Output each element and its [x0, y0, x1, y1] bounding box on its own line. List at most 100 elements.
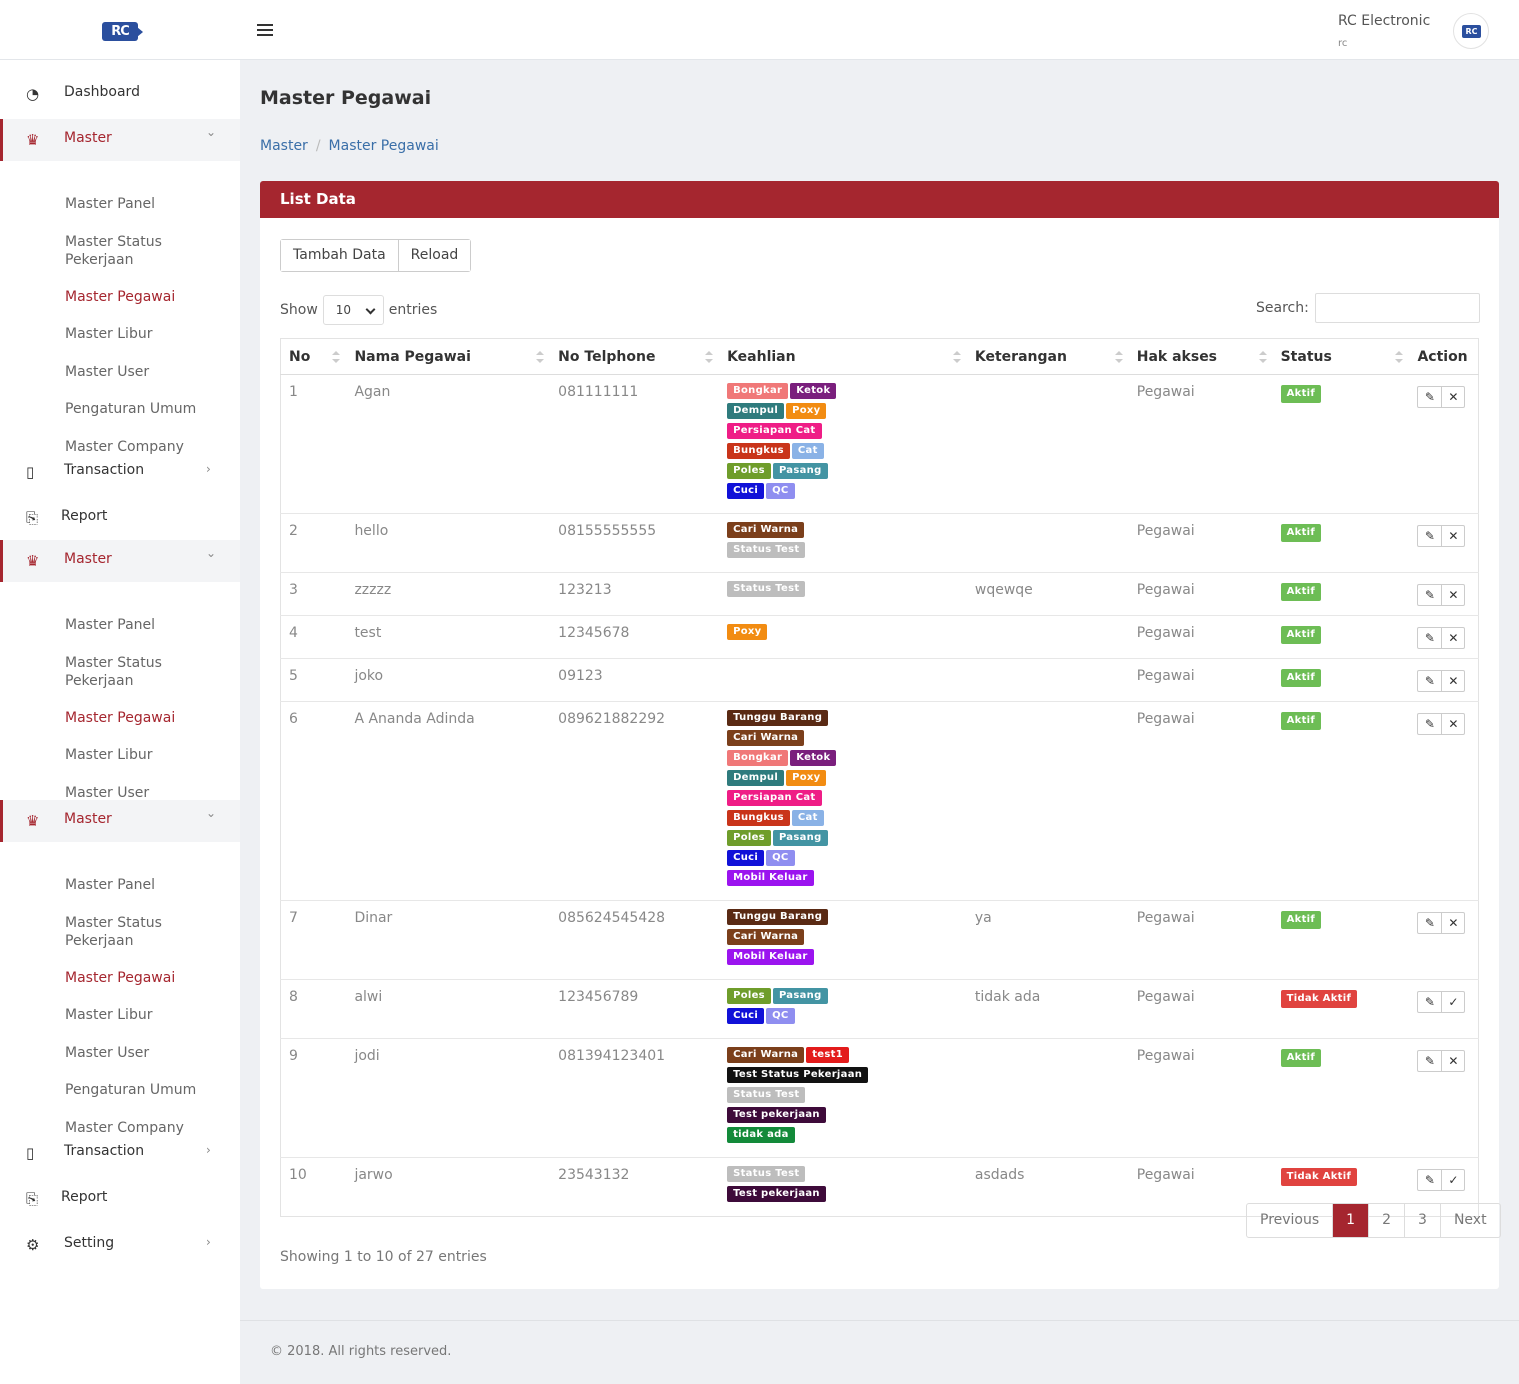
page-button-3[interactable]: 3 [1404, 1204, 1440, 1237]
row-actions: ✎ ✕ [1417, 912, 1466, 934]
status-badge: Aktif [1280, 626, 1322, 644]
column-header-no[interactable]: No [280, 338, 347, 375]
edit-icon[interactable]: ✎ [1418, 992, 1441, 1012]
column-header-no-telphone[interactable]: No Telphone [550, 338, 720, 375]
activate-icon[interactable]: ✓ [1441, 992, 1464, 1012]
deactivate-icon[interactable]: ✕ [1441, 671, 1464, 691]
reload-button[interactable]: Reload [397, 240, 471, 271]
table-header: No Nama Pegawai No Telphone Keahlian Keteran… [280, 338, 1479, 375]
table-row: 7 Dinar 085624545428 Tunggu Barang Cari Warn… [280, 900, 1479, 980]
edit-icon[interactable]: ✎ [1418, 628, 1441, 648]
skill-badge: Test Status Pekerjaan [727, 1067, 869, 1083]
skill-badge: Poxy [727, 624, 768, 640]
phone-number: 23543132 [558, 1167, 630, 1183]
deactivate-icon[interactable]: ✕ [1441, 526, 1464, 546]
entries-select[interactable]: 10 [322, 295, 384, 325]
access-level: Pegawai [1136, 384, 1195, 400]
edit-icon[interactable]: ✎ [1418, 1051, 1441, 1071]
access-level: Pegawai [1136, 625, 1195, 641]
edit-icon[interactable]: ✎ [1418, 526, 1441, 546]
sidebar-subitem-pengaturan-umum[interactable]: Pengaturan Umum [65, 1081, 225, 1099]
column-header-keahlian[interactable]: Keahlian [719, 338, 967, 375]
sort-icon [536, 351, 545, 363]
deactivate-icon[interactable]: ✕ [1441, 585, 1464, 605]
search-input[interactable] [1314, 293, 1480, 323]
sidebar-subitem-master-panel[interactable]: Master Panel [65, 195, 225, 213]
page-button-2[interactable]: 2 [1368, 1204, 1404, 1237]
edit-icon[interactable]: ✎ [1418, 714, 1441, 734]
edit-icon[interactable]: ✎ [1418, 913, 1441, 933]
sidebar-item-report[interactable]: ⎘ Report [0, 1178, 240, 1220]
pagination: Previous 1 2 3 Next [1246, 1203, 1501, 1238]
sidebar-subitem-master-status-pekerjaan[interactable]: Master Status Pekerjaan [65, 654, 225, 690]
column-header-nama-pegawai[interactable]: Nama Pegawai [346, 338, 551, 375]
avatar[interactable]: RC [1453, 13, 1489, 49]
logo[interactable]: RC [102, 22, 143, 41]
skill-badge: Dempul [727, 403, 785, 419]
sidebar-subitem-master-libur[interactable]: Master Libur [65, 1006, 225, 1024]
previous-page-button[interactable]: Previous [1247, 1204, 1332, 1237]
column-header-status[interactable]: Status [1272, 338, 1410, 375]
chevron-right-icon: › [206, 462, 211, 476]
sidebar-subitem-master-panel[interactable]: Master Panel [65, 876, 225, 894]
activate-icon[interactable]: ✓ [1441, 1170, 1464, 1190]
sidebar-item-master[interactable]: ♛ Master ⌄ [0, 119, 240, 161]
phone-number: 12345678 [558, 625, 630, 641]
table-info: Showing 1 to 10 of 27 entries [280, 1249, 487, 1265]
sidebar-subitem-master-pegawai[interactable]: Master Pegawai [65, 709, 225, 727]
search-control: Search: [1256, 293, 1480, 323]
skills-cell: Tunggu Barang Cari Warna Bongkar Ketok Dempu… [719, 701, 967, 901]
sidebar-subitem-master-libur[interactable]: Master Libur [65, 325, 225, 343]
edit-icon[interactable]: ✎ [1418, 671, 1441, 691]
employee-name: hello [354, 523, 389, 539]
sidebar-subitem-master-user[interactable]: Master User [65, 784, 225, 802]
table-row: 8 alwi 123456789 Poles Pasang Cuci QC tidak ada… [280, 979, 1479, 1039]
row-actions: ✎ ✓ [1417, 1169, 1466, 1191]
sidebar-item-transaction[interactable]: ▯ Transaction › [0, 1132, 240, 1174]
skill-badge: Cuci [727, 1008, 765, 1024]
skill-badge: Poxy [786, 770, 827, 786]
sidebar-subitem-master-status-pekerjaan[interactable]: Master Status Pekerjaan [65, 914, 225, 950]
sidebar-item-master[interactable]: ♛ Master ⌄ [0, 540, 240, 582]
sidebar-item-label: Setting [64, 1235, 115, 1251]
page-button-1[interactable]: 1 [1332, 1204, 1369, 1237]
skill-badge: Poles [727, 463, 771, 479]
skill-badge: Tunggu Barang [727, 710, 829, 726]
sidebar-item-setting[interactable]: ⚙ Setting › [0, 1224, 240, 1266]
skill-badge: Pasang [772, 988, 828, 1004]
deactivate-icon[interactable]: ✕ [1441, 387, 1464, 407]
sidebar-item-dashboard[interactable]: ◔ Dashboard [0, 73, 240, 115]
edit-icon[interactable]: ✎ [1418, 387, 1441, 407]
skill-badge: Cat [791, 443, 824, 459]
deactivate-icon[interactable]: ✕ [1441, 628, 1464, 648]
edit-icon[interactable]: ✎ [1418, 585, 1441, 605]
deactivate-icon[interactable]: ✕ [1441, 714, 1464, 734]
column-header-hak-akses[interactable]: Hak akses [1128, 338, 1273, 375]
sidebar-subitem-master-status-pekerjaan[interactable]: Master Status Pekerjaan [65, 233, 225, 269]
employee-name: Dinar [354, 910, 393, 926]
sidebar-subitem-pengaturan-umum[interactable]: Pengaturan Umum [65, 400, 225, 418]
skill-badge: test1 [806, 1047, 849, 1063]
deactivate-icon[interactable]: ✕ [1441, 913, 1464, 933]
sidebar-subitem-master-user[interactable]: Master User [65, 363, 225, 381]
sidebar-subitem-master-pegawai[interactable]: Master Pegawai [65, 969, 225, 987]
sidebar-subitem-master-pegawai[interactable]: Master Pegawai [65, 288, 225, 306]
deactivate-icon[interactable]: ✕ [1441, 1051, 1464, 1071]
breadcrumb-master[interactable]: Master [260, 138, 308, 154]
sidebar-item-report[interactable]: ⎘ Report [0, 497, 240, 539]
add-data-button[interactable]: Tambah Data [281, 240, 398, 271]
column-header-keterangan[interactable]: Keterangan [966, 338, 1129, 375]
skill-badge: Persiapan Cat [727, 790, 822, 806]
sidebar-subitem-master-libur[interactable]: Master Libur [65, 746, 225, 764]
sidebar-item-transaction[interactable]: ▯ Transaction › [0, 451, 240, 493]
sidebar-subitem-master-panel[interactable]: Master Panel [65, 616, 225, 634]
note: ya [974, 910, 992, 926]
edit-icon[interactable]: ✎ [1418, 1170, 1441, 1190]
sidebar-subitem-master-user[interactable]: Master User [65, 1044, 225, 1062]
sidebar-item-master[interactable]: ♛ Master ⌄ [0, 800, 240, 842]
phone-number: 085624545428 [558, 910, 666, 926]
row-actions: ✎ ✕ [1417, 627, 1466, 649]
next-page-button[interactable]: Next [1439, 1204, 1500, 1237]
menu-toggle-icon[interactable] [257, 24, 273, 36]
table-row: 9 jodi 081394123401 Cari Warna test1 Test Sta… [280, 1038, 1479, 1158]
